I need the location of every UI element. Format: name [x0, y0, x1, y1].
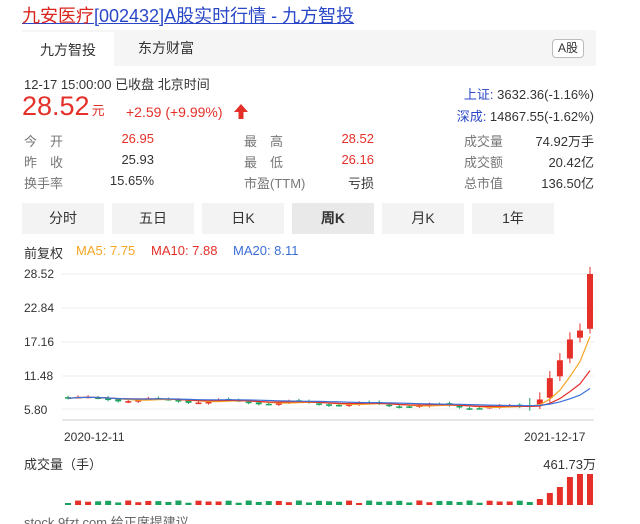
volume-bar: [516, 500, 523, 505]
volume-bar: [155, 501, 162, 505]
x-tick-start: 2020-12-11: [64, 430, 125, 444]
volume-bar: [295, 500, 302, 505]
candle-body: [476, 408, 483, 410]
volume-max-label: 461.73万: [543, 457, 596, 472]
volume-bar: [305, 502, 312, 505]
candle-body: [556, 360, 563, 377]
volume-bar: [225, 500, 232, 505]
candle-body: [576, 330, 583, 338]
candle-body: [185, 400, 192, 403]
volume-bar: [185, 502, 192, 505]
candles: [65, 266, 593, 411]
volume-bar: [85, 501, 92, 505]
volume-bar: [215, 501, 222, 505]
x-tick-end: 2021-12-17: [524, 430, 586, 444]
volume-bar: [235, 502, 242, 505]
volume-bar: [336, 501, 343, 505]
volume-bar: [476, 502, 483, 505]
candle-body: [255, 402, 262, 405]
chart-grid: [62, 273, 594, 421]
volume-bar: [486, 500, 493, 505]
candle-body: [546, 378, 553, 398]
candle-body: [115, 399, 122, 402]
candle-body: [195, 402, 202, 405]
volume-bar: [587, 474, 593, 505]
volume-bar: [546, 493, 553, 505]
candle-body: [326, 404, 332, 406]
volume-bar: [576, 474, 583, 505]
volume-bar: [326, 501, 332, 505]
volume-bar: [195, 500, 202, 505]
volume-bar: [436, 500, 443, 505]
candlestick-chart[interactable]: [0, 0, 640, 524]
volume-bar: [456, 501, 463, 505]
ma5-line: [67, 336, 591, 408]
volume-bar: [406, 502, 413, 505]
volume-bar: [205, 501, 212, 505]
candle-body: [566, 339, 573, 359]
volume-bar: [75, 500, 82, 505]
volume-bar: [396, 500, 403, 505]
volume-bar: [506, 501, 513, 505]
volume-bar: [426, 502, 433, 505]
volume-bar: [265, 501, 272, 505]
volume-bar: [315, 500, 322, 505]
candle-body: [466, 408, 473, 410]
candle-body: [587, 274, 593, 329]
candle-body: [406, 406, 413, 408]
volume-bar: [245, 500, 252, 505]
volume-bar: [376, 501, 383, 505]
ma-lines: [67, 336, 591, 408]
volume-bar: [526, 502, 533, 505]
volume-bar: [446, 501, 453, 505]
volume-bar: [346, 500, 353, 505]
volume-bar: [135, 502, 142, 505]
volume-bar: [356, 502, 363, 505]
candle-body: [125, 401, 132, 403]
volume-title: 成交量（手）: [24, 457, 103, 472]
candle-body: [265, 403, 272, 406]
volume-bar: [466, 500, 473, 505]
volume-bar: [115, 502, 122, 505]
volume-bar: [566, 477, 573, 505]
candle-body: [386, 404, 393, 407]
volume-bar: [165, 501, 172, 505]
candle-body: [245, 401, 252, 404]
volume-bar: [65, 503, 71, 505]
volume-bar: [536, 499, 543, 505]
volume-bar: [105, 500, 112, 505]
volume-bar: [366, 500, 373, 505]
volume-bar: [255, 501, 262, 505]
volume-bar: [275, 500, 282, 505]
volume-bar: [416, 500, 423, 505]
volume-bars: [65, 474, 593, 505]
footer-text: stock.9fzt.com 给正席提建议: [24, 515, 189, 524]
candle-body: [336, 404, 343, 407]
volume-bar: [556, 487, 563, 505]
volume-bar: [175, 500, 182, 505]
volume-bar: [285, 502, 292, 505]
candle-body: [396, 406, 403, 408]
volume-bar: [496, 501, 503, 505]
candle-body: [315, 403, 322, 405]
volume-bar: [145, 500, 152, 505]
volume-bar: [125, 500, 132, 505]
volume-bar: [95, 501, 102, 505]
volume-bar: [386, 501, 393, 505]
